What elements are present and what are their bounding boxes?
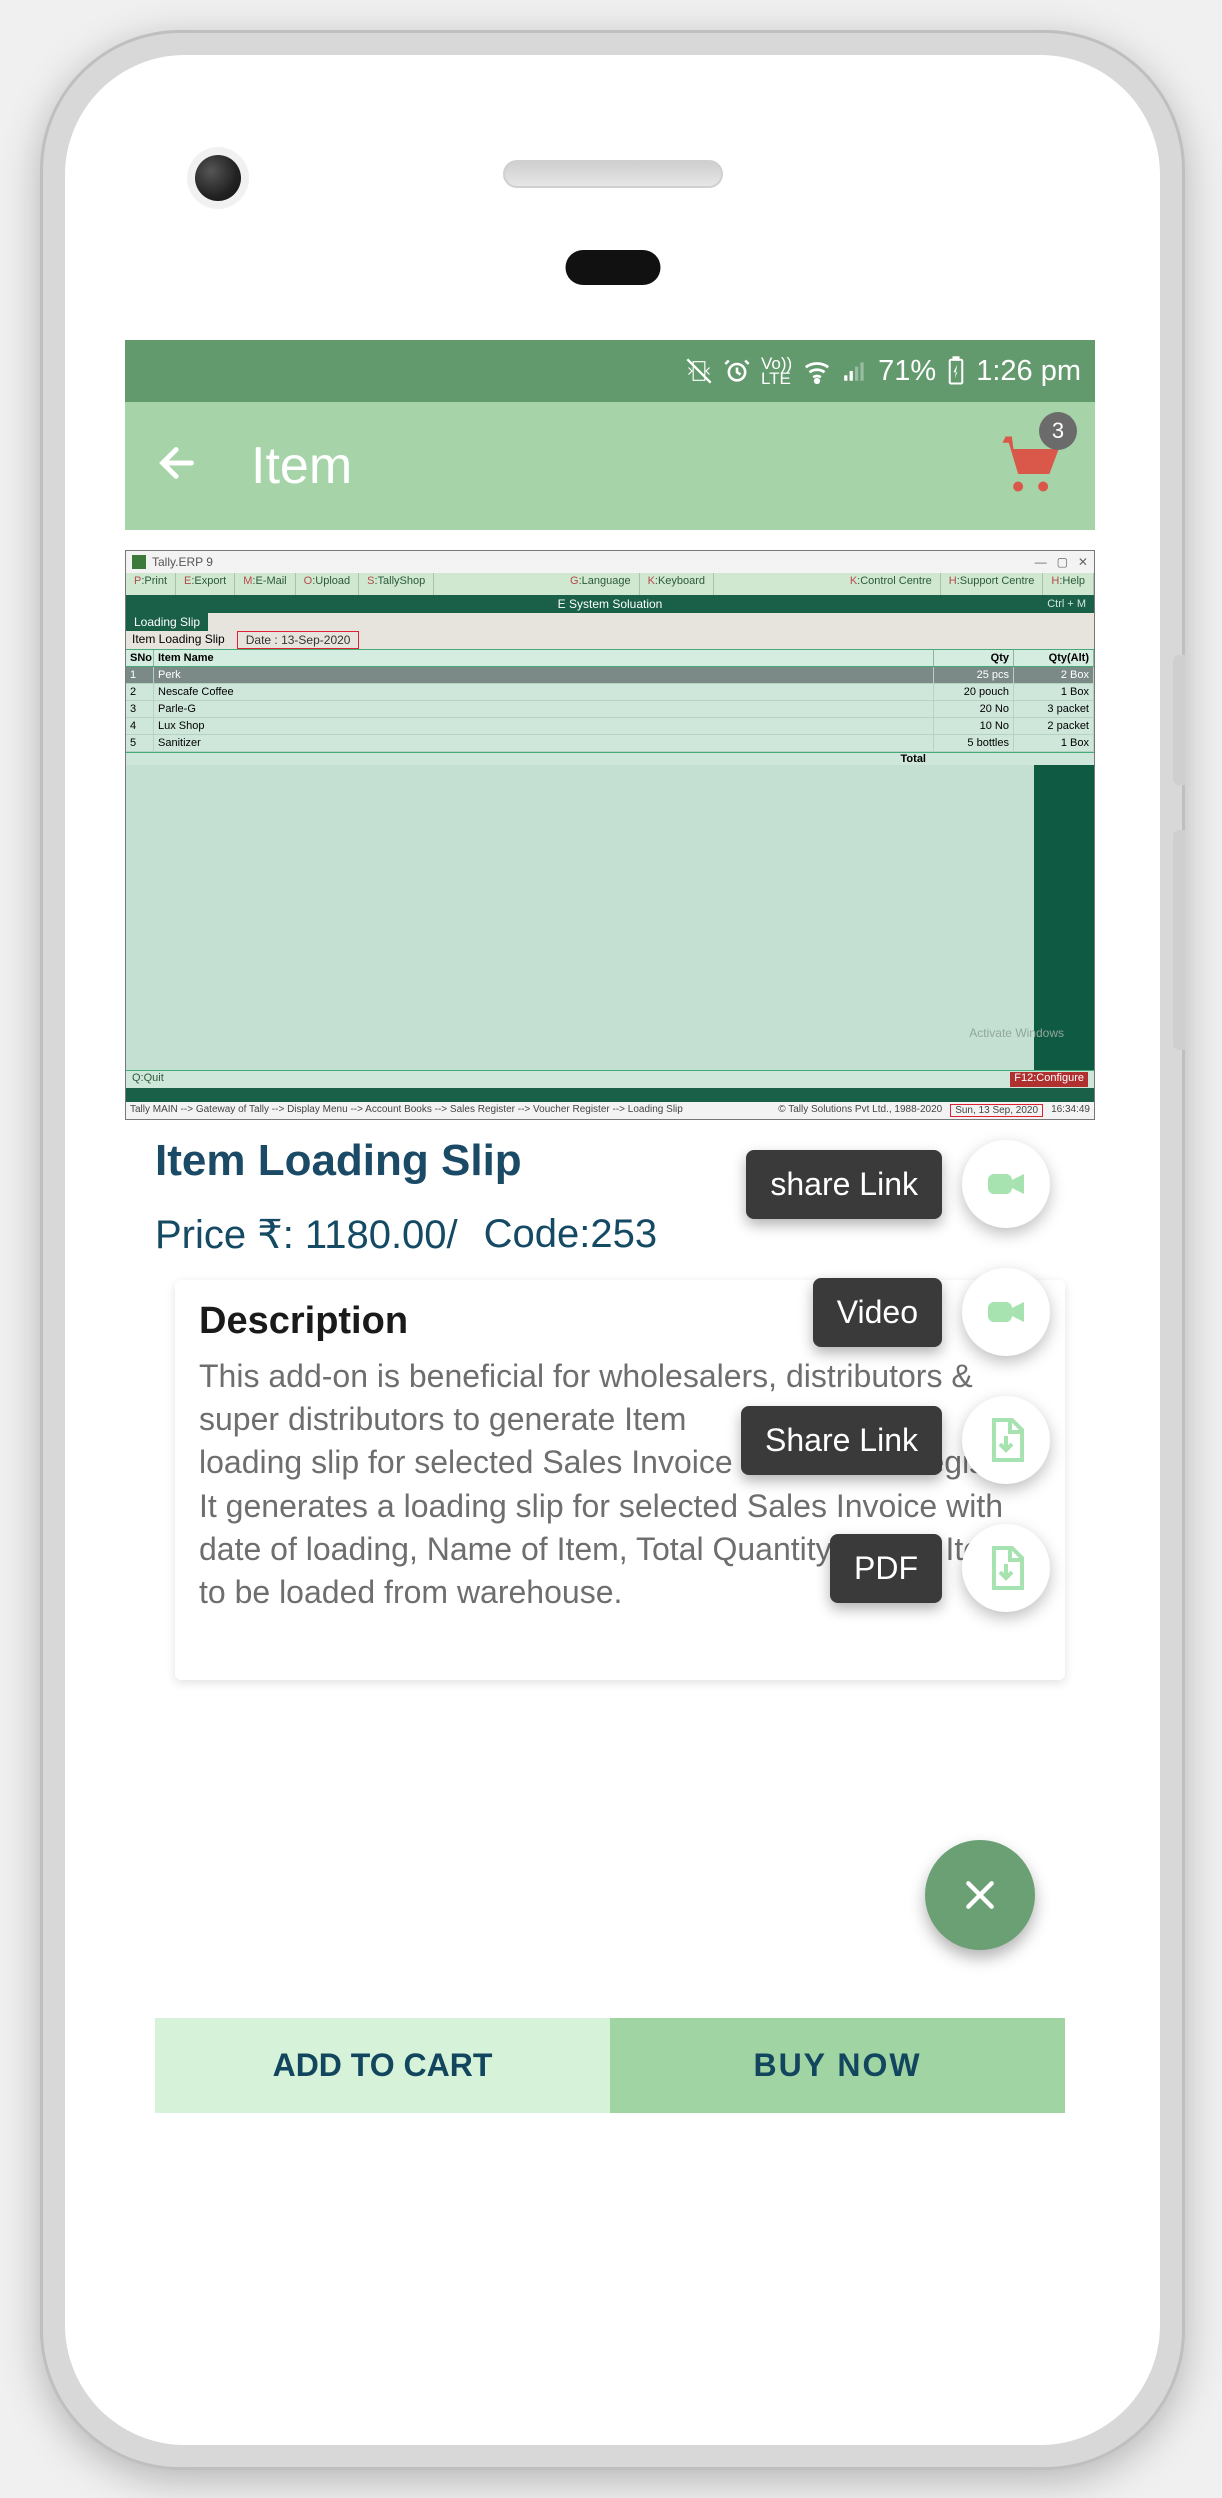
fab-video-share-button[interactable]	[962, 1140, 1050, 1228]
tally-sub: Item Loading Slip	[126, 631, 231, 649]
tally-right-panel	[1034, 765, 1094, 1070]
tally-menu-item: E:Export	[176, 573, 235, 595]
fab-video-button[interactable]	[962, 1268, 1050, 1356]
tally-row: 5Sanitizer5 bottles1 Box	[126, 735, 1094, 752]
tally-total-label: Total	[154, 753, 934, 765]
cart-button[interactable]: 3	[990, 424, 1065, 504]
tally-section: Loading Slip	[126, 613, 208, 631]
tally-breadcrumb-bar: Tally MAIN --> Gateway of Tally --> Disp…	[126, 1102, 1094, 1119]
alarm-icon	[723, 357, 751, 385]
tally-menubar: P:PrintE:ExportM:E-MailO:UploadS:TallySh…	[126, 573, 1094, 595]
tally-copyright: © Tally Solutions Pvt Ltd., 1988-2020	[778, 1104, 942, 1117]
fab-label-video: Video	[813, 1278, 942, 1347]
tally-row: 3Parle-G20 No3 packet	[126, 701, 1094, 718]
phone-volume-button	[1173, 830, 1185, 1050]
clock-text: 1:26 pm	[976, 355, 1081, 388]
tally-footer-bar: Q:Quit F12:Configure	[126, 1070, 1094, 1088]
cart-badge: 3	[1039, 412, 1077, 450]
status-bar: Vo))LTE 71% 1:26 pm	[125, 340, 1095, 402]
tally-date: Date : 13-Sep-2020	[237, 631, 360, 649]
window-controls-icon: — ▢ ✕	[1035, 555, 1088, 569]
windows-watermark: Activate Windows	[969, 1026, 1064, 1040]
col-qty: Qty	[934, 650, 1014, 666]
tally-menu-item: K:Keyboard	[640, 573, 715, 595]
phone-sensor	[565, 250, 660, 285]
phone-power-button	[1173, 655, 1185, 785]
tally-columns: SNo Item Name Qty Qty(Alt)	[126, 649, 1094, 667]
tally-menu-item: H:Help	[1043, 573, 1094, 595]
fab-label-pdf-share: Share Link	[741, 1406, 942, 1475]
fab-menu: share Link Video Share Link	[741, 1140, 1050, 1612]
tally-rows: 1Perk25 pcs2 Box2Nescafe Coffee20 pouch1…	[126, 667, 1094, 752]
phone-speaker	[503, 160, 723, 188]
page-title: Item	[251, 436, 352, 496]
back-button[interactable]	[145, 424, 211, 509]
tally-section-row: Loading Slip	[126, 613, 1094, 631]
fab-label-pdf: PDF	[830, 1534, 942, 1603]
product-code: Code:253	[484, 1212, 657, 1258]
col-qtyalt: Qty(Alt)	[1014, 650, 1094, 666]
add-to-cart-button[interactable]: ADD TO CART	[155, 2018, 610, 2113]
col-name: Item Name	[154, 650, 934, 666]
app-screen: Vo))LTE 71% 1:26 pm Item	[125, 340, 1095, 2125]
col-sn: SNo	[126, 650, 154, 666]
tally-menu-item: P:Print	[126, 573, 176, 595]
tally-breadcrumb: Tally MAIN --> Gateway of Tally --> Disp…	[130, 1104, 770, 1117]
tally-footer-time: 16:34:49	[1051, 1104, 1090, 1117]
tally-configure: F12:Configure	[1010, 1072, 1088, 1087]
app-bar: Item 3	[125, 402, 1095, 530]
tally-menu-item: S:TallyShop	[359, 573, 434, 595]
bottom-action-bar: ADD TO CART BUY NOW	[155, 2018, 1065, 2113]
tally-company-band: E System Soluation Ctrl + M	[126, 595, 1094, 613]
product-screenshot: Tally.ERP 9 — ▢ ✕ P:PrintE:ExportM:E-Mai…	[125, 550, 1095, 1120]
tally-footer-date: Sun, 13 Sep, 2020	[950, 1104, 1043, 1117]
signal-icon	[842, 358, 868, 384]
tally-menu-item: H:Support Centre	[941, 573, 1044, 595]
battery-icon	[946, 356, 966, 386]
tally-menu-item: K:Control Centre	[842, 573, 941, 595]
fab-pdf-button[interactable]	[962, 1524, 1050, 1612]
fab-label-video-share: share Link	[746, 1150, 942, 1219]
buy-now-button[interactable]: BUY NOW	[610, 2018, 1065, 2113]
tally-quit: Q:Quit	[132, 1072, 164, 1087]
volte-icon: Vo))LTE	[761, 356, 792, 387]
tally-window-title: Tally.ERP 9	[152, 555, 213, 569]
tally-menu-item: O:Upload	[296, 573, 359, 595]
tally-row: 2Nescafe Coffee20 pouch1 Box	[126, 684, 1094, 701]
product-price: Price ₹: 1180.00/	[155, 1212, 458, 1258]
battery-percent: 71%	[878, 355, 936, 388]
wifi-icon	[802, 356, 832, 386]
tally-titlebar: Tally.ERP 9 — ▢ ✕	[126, 551, 1094, 573]
phone-camera	[195, 155, 241, 201]
tally-shortcut: Ctrl + M	[1047, 595, 1086, 613]
tally-menu-item: G:Language	[562, 573, 640, 595]
tally-menu-item: M:E-Mail	[235, 573, 295, 595]
cart-icon	[990, 486, 1065, 503]
fab-close-button[interactable]	[925, 1840, 1035, 1950]
tally-company-name: E System Soluation	[558, 597, 663, 611]
tally-row: 1Perk25 pcs2 Box	[126, 667, 1094, 684]
vibrate-icon	[685, 357, 713, 385]
fab-pdf-share-button[interactable]	[962, 1396, 1050, 1484]
phone-frame: Vo))LTE 71% 1:26 pm Item	[40, 30, 1185, 2470]
tally-total-row: Total	[126, 752, 1094, 765]
tally-row: 4Lux Shop10 No2 packet	[126, 718, 1094, 735]
tally-sub-row: Item Loading Slip Date : 13-Sep-2020	[126, 631, 1094, 649]
